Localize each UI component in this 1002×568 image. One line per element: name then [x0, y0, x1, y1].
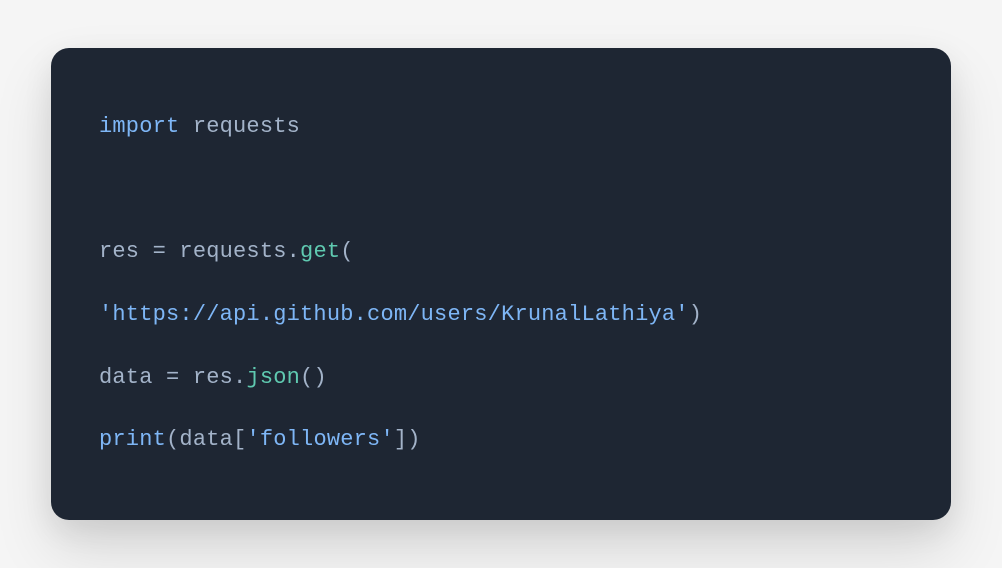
equals-op-2: =: [166, 365, 179, 390]
dot-op: .: [287, 239, 300, 264]
builtin-print: print: [99, 427, 166, 452]
module-requests: requests: [179, 114, 300, 139]
code-line-1: import requests: [99, 96, 903, 159]
paren-open: (: [340, 239, 353, 264]
parens-empty: (): [300, 365, 327, 390]
code-line-2: [99, 159, 903, 222]
var-res: res: [99, 239, 153, 264]
ident-requests: requests: [166, 239, 287, 264]
dot-op-2: .: [233, 365, 246, 390]
punc-open-index: (data[: [166, 427, 246, 452]
code-block: import requests res = requests.get( 'htt…: [51, 48, 951, 520]
code-line-5: data = res.json(): [99, 347, 903, 410]
code-line-3: res = requests.get(: [99, 221, 903, 284]
method-json: json: [246, 365, 300, 390]
ident-res: res: [179, 365, 233, 390]
keyword-import: import: [99, 114, 179, 139]
equals-op: =: [153, 239, 166, 264]
paren-close: ): [689, 302, 702, 327]
string-url: 'https://api.github.com/users/KrunalLath…: [99, 302, 689, 327]
code-line-4: 'https://api.github.com/users/KrunalLath…: [99, 284, 903, 347]
var-data: data: [99, 365, 166, 390]
code-line-6: print(data['followers']): [99, 409, 903, 472]
punc-close-index: ]): [394, 427, 421, 452]
method-get: get: [300, 239, 340, 264]
string-followers: 'followers': [246, 427, 393, 452]
